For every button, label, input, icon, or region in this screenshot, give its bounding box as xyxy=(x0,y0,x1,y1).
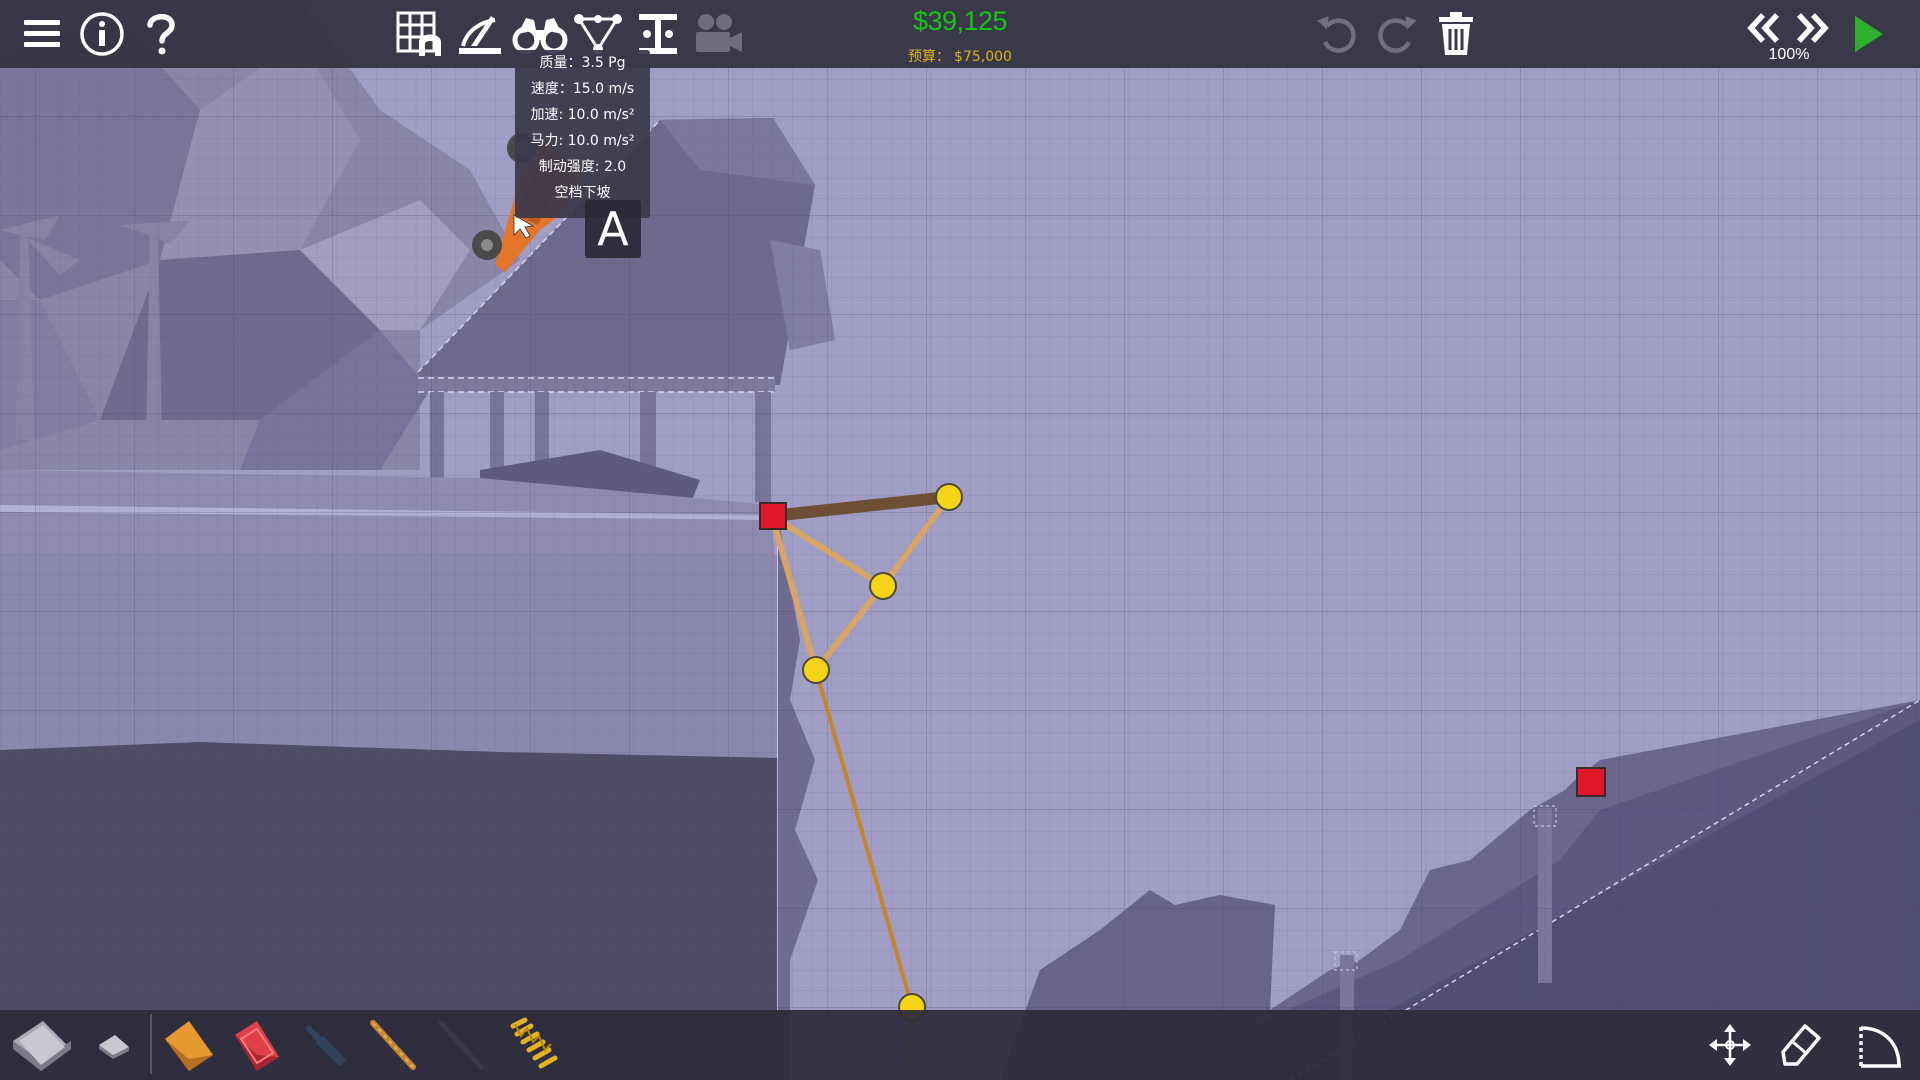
build-grid-major xyxy=(0,68,1920,1012)
material-hydraulics[interactable] xyxy=(296,1010,354,1080)
anchor-point-right[interactable] xyxy=(1576,767,1606,797)
info-button[interactable] xyxy=(76,0,128,68)
cable-material-icon xyxy=(438,1020,484,1070)
simulation-speed: 100% xyxy=(1768,46,1810,63)
pan-icon xyxy=(1709,1024,1751,1066)
delete-button[interactable] xyxy=(1428,0,1484,68)
reinforced-road-material-icon xyxy=(99,1035,129,1059)
anchor-point-left[interactable] xyxy=(759,502,787,530)
stress-view-button[interactable] xyxy=(452,0,508,68)
help-icon xyxy=(147,14,175,55)
material-spring[interactable] xyxy=(502,1010,564,1080)
joint xyxy=(869,572,897,600)
budget-value: $75,000 xyxy=(954,49,1012,65)
material-rope[interactable] xyxy=(364,1010,422,1080)
vehicle-marker[interactable]: A xyxy=(585,200,641,258)
play-button[interactable] xyxy=(1840,0,1896,68)
fast-forward-icon xyxy=(1796,13,1829,43)
undo-button[interactable] xyxy=(1310,0,1364,68)
bottom-toolbar xyxy=(0,1010,1920,1080)
current-cost: $39,125 xyxy=(912,6,1008,36)
pan-tool[interactable] xyxy=(1702,1010,1758,1080)
eraser-tool[interactable] xyxy=(1772,1010,1828,1080)
help-button[interactable] xyxy=(136,0,186,68)
joint xyxy=(935,483,963,511)
material-separator xyxy=(150,1014,152,1074)
rope-material-icon xyxy=(370,1020,416,1070)
info-icon xyxy=(80,12,124,56)
game-scene[interactable] xyxy=(0,0,1920,1080)
rewind-icon xyxy=(1747,13,1780,43)
camera-button[interactable] xyxy=(690,0,746,68)
arc-tool[interactable] xyxy=(1850,1010,1910,1080)
grid-toggle-button[interactable] xyxy=(392,0,448,68)
material-reinforced-road[interactable] xyxy=(88,1010,138,1080)
material-road[interactable] xyxy=(6,1010,78,1080)
trash-icon xyxy=(1439,12,1473,55)
material-steel[interactable] xyxy=(226,1010,288,1080)
hydraulics-material-icon xyxy=(304,1024,347,1067)
material-cable[interactable] xyxy=(432,1010,490,1080)
road-material-icon xyxy=(13,1021,71,1071)
joint xyxy=(802,656,830,684)
budget: 预算： $75,000 xyxy=(880,46,1040,66)
wood-material-icon xyxy=(165,1021,213,1071)
vehicle-acceleration: 加速: 10.0 m/s² xyxy=(530,107,635,123)
steel-material-icon xyxy=(235,1021,279,1071)
play-icon xyxy=(1855,16,1883,52)
spring-material-icon xyxy=(510,1017,558,1069)
budget-label: 预算： xyxy=(908,49,951,65)
vehicle-speed: 速度：15.0 m/s xyxy=(530,81,635,97)
menu-button[interactable] xyxy=(14,0,70,68)
redo-icon xyxy=(1378,16,1417,53)
vehicle-info-tooltip: 质量：3.5 Pg 速度：15.0 m/s 加速: 10.0 m/s² 马力: … xyxy=(515,50,650,218)
arc-tool-icon xyxy=(1859,1026,1901,1068)
eraser-icon xyxy=(1781,1024,1821,1066)
vehicle-horsepower: 马力: 10.0 m/s² xyxy=(530,133,635,149)
vehicle-brake-strength: 制动强度: 2.0 xyxy=(538,159,627,175)
grid-toggle-icon xyxy=(396,11,441,56)
camera-icon xyxy=(696,14,742,52)
redo-button[interactable] xyxy=(1370,0,1424,68)
material-wood[interactable] xyxy=(158,1010,220,1080)
vehicle-mass: 质量：3.5 Pg xyxy=(539,55,626,71)
undo-icon xyxy=(1317,16,1356,53)
menu-icon xyxy=(24,20,60,47)
stress-view-icon xyxy=(459,16,501,54)
